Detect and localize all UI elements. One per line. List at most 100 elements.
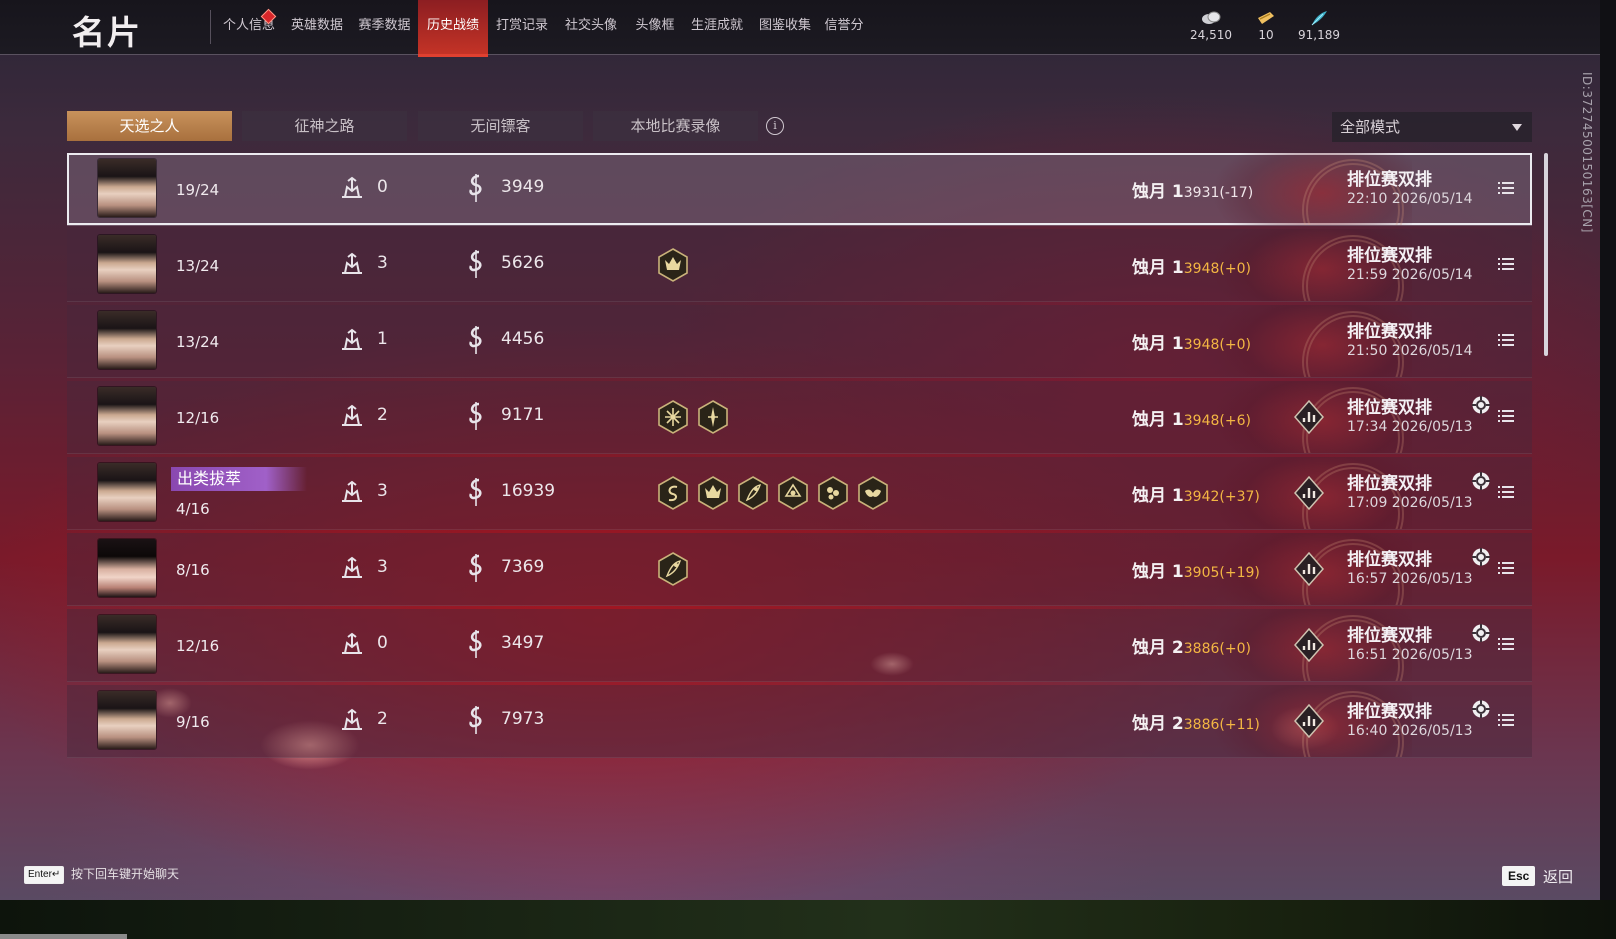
tab-9[interactable]: 信誉分 — [818, 0, 870, 54]
currency-value: 91,189 — [1298, 28, 1340, 42]
loading-bar — [0, 934, 127, 939]
kill-count: 0 — [377, 633, 388, 653]
currency-value: 10 — [1258, 28, 1274, 42]
achievement-medals — [657, 552, 697, 586]
ticket-icon — [1258, 12, 1274, 24]
slash-medal-icon[interactable] — [737, 476, 769, 510]
tab-6[interactable]: 头像框 — [626, 0, 684, 54]
blade-medal-icon[interactable] — [697, 400, 729, 434]
hero-avatar — [98, 235, 156, 293]
list-menu-icon[interactable] — [1498, 333, 1514, 347]
list-menu-icon[interactable] — [1498, 637, 1514, 651]
slash-medal-icon[interactable] — [657, 552, 689, 586]
tab-label: 图鉴收集 — [758, 18, 811, 33]
page-title: 名片 — [72, 13, 142, 52]
info-icon[interactable]: i — [766, 117, 784, 135]
list-menu-icon[interactable] — [1498, 485, 1514, 499]
score-change: 3948(+0) — [1183, 337, 1251, 353]
wings-medal-icon[interactable] — [857, 476, 889, 510]
stats-icon[interactable] — [1293, 475, 1325, 511]
kill-count: 3 — [377, 253, 388, 273]
scrollbar[interactable] — [1544, 153, 1548, 356]
tab-1[interactable]: 英雄数据 — [283, 0, 351, 54]
filter-tab-2[interactable]: 无间镖客 — [418, 111, 583, 141]
filter-tab-3[interactable]: 本地比赛录像 — [593, 111, 758, 141]
tab-label: 赛季数据 — [358, 18, 411, 33]
placement: 8/16 — [176, 561, 210, 579]
kill-count: 1 — [377, 329, 388, 349]
kill-count: 3 — [377, 557, 388, 577]
match-type: 排位赛双排 — [1347, 322, 1432, 342]
swirl-medal-icon[interactable] — [657, 476, 689, 510]
stats-icon[interactable] — [1293, 703, 1325, 739]
cluster-medal-icon[interactable] — [817, 476, 849, 510]
tab-8[interactable]: 图鉴收集 — [751, 0, 819, 54]
helm-medal-icon[interactable] — [777, 476, 809, 510]
crown-medal-icon[interactable] — [657, 248, 689, 282]
currency-tickets: 10 — [1236, 10, 1296, 42]
match-row[interactable]: 19/24 0 3949 蚀月 13931(-17) 排位赛双排 22:10 2026/0… — [67, 153, 1532, 226]
kill-count: 0 — [377, 177, 388, 197]
list-menu-icon[interactable] — [1498, 409, 1514, 423]
team-chip-icon — [1472, 624, 1490, 642]
damage-value: 9171 — [501, 405, 545, 425]
match-row[interactable]: 8/16 3 7369 蚀月 13905(+19) 排位赛双排 16:57 2026/05… — [67, 533, 1532, 606]
tab-label: 社交头像 — [564, 18, 617, 33]
list-menu-icon[interactable] — [1498, 257, 1514, 271]
achievement-medals — [657, 248, 697, 282]
match-row[interactable]: 13/24 3 5626 蚀月 13948(+0) 排位赛双排 21:59 2026/05… — [67, 229, 1532, 302]
match-row[interactable]: 9/16 2 7973 蚀月 23886(+11) 排位赛双排 16:40 2026/05… — [67, 685, 1532, 758]
tab-label: 生涯成就 — [690, 18, 743, 33]
tier-name: 蚀月 1 — [1132, 334, 1184, 354]
list-menu-icon[interactable] — [1498, 181, 1514, 195]
tier-name: 蚀月 2 — [1132, 714, 1184, 734]
kills-trophy-icon — [342, 480, 362, 502]
damage-icon — [469, 554, 482, 582]
list-menu-icon[interactable] — [1498, 713, 1514, 727]
match-row[interactable]: 12/16 0 3497 蚀月 23886(+0) 排位赛双排 16:51 2026/05… — [67, 609, 1532, 682]
star-medal-icon[interactable] — [657, 400, 689, 434]
match-row[interactable]: 12/16 2 9171 蚀月 13948(+6) 排位赛双排 17:34 2026/05… — [67, 381, 1532, 454]
stats-icon[interactable] — [1293, 627, 1325, 663]
rank-tier: 蚀月 13905(+19) — [1132, 557, 1260, 582]
kills-trophy-icon — [342, 708, 362, 730]
damage-value: 16939 — [501, 481, 556, 501]
crown-medal-icon[interactable] — [697, 476, 729, 510]
list-menu-icon[interactable] — [1498, 561, 1514, 575]
tab-label: 历史战绩 — [426, 18, 479, 33]
rank-tier: 蚀月 13931(-17) — [1132, 177, 1253, 202]
damage-icon — [469, 326, 482, 354]
filter-tab-1[interactable]: 征神之路 — [242, 111, 407, 141]
tab-3[interactable]: 历史战绩 — [418, 0, 488, 57]
match-row[interactable]: 13/24 1 4456 蚀月 13948(+0) 排位赛双排 21:50 2026/05… — [67, 305, 1532, 378]
damage-icon — [469, 630, 482, 658]
rank-tier: 蚀月 13948(+0) — [1132, 329, 1251, 354]
tab-4[interactable]: 打赏记录 — [488, 0, 556, 54]
tab-0[interactable]: 个人信息 — [214, 0, 284, 54]
stats-icon[interactable] — [1293, 551, 1325, 587]
tab-2[interactable]: 赛季数据 — [350, 0, 419, 54]
tab-7[interactable]: 生涯成就 — [683, 0, 751, 54]
filter-tab-0[interactable]: 天选之人 — [67, 111, 232, 141]
kills-trophy-icon — [342, 176, 362, 198]
placement: 13/24 — [176, 333, 220, 351]
back-button[interactable]: 返回 — [1543, 866, 1573, 887]
tab-label: 英雄数据 — [290, 18, 343, 33]
mode-select[interactable]: 全部模式 — [1332, 112, 1532, 142]
team-chip-icon — [1472, 548, 1490, 566]
match-time: 16:57 2026/05/13 — [1347, 571, 1473, 587]
match-row[interactable]: 出类拔萃 4/16 3 16939 蚀月 13942(+37) 排位赛双排 17:09 20… — [67, 457, 1532, 530]
esc-key-hint: Esc — [1502, 866, 1536, 886]
match-time: 16:51 2026/05/13 — [1347, 647, 1473, 663]
score-change: 3931(-17) — [1183, 185, 1254, 201]
divider — [210, 10, 211, 44]
damage-icon — [469, 402, 482, 430]
achievement-medals — [657, 400, 737, 434]
chat-hint[interactable]: 按下回车键开始聊天 — [71, 865, 179, 882]
hero-avatar — [98, 615, 156, 673]
rank-tier: 蚀月 13948(+6) — [1132, 405, 1251, 430]
player-id: ID:3727450015016​3[CN] — [1580, 72, 1594, 233]
tab-5[interactable]: 社交头像 — [557, 0, 625, 54]
currency-feathers: 91,189 — [1289, 10, 1349, 42]
stats-icon[interactable] — [1293, 399, 1325, 435]
